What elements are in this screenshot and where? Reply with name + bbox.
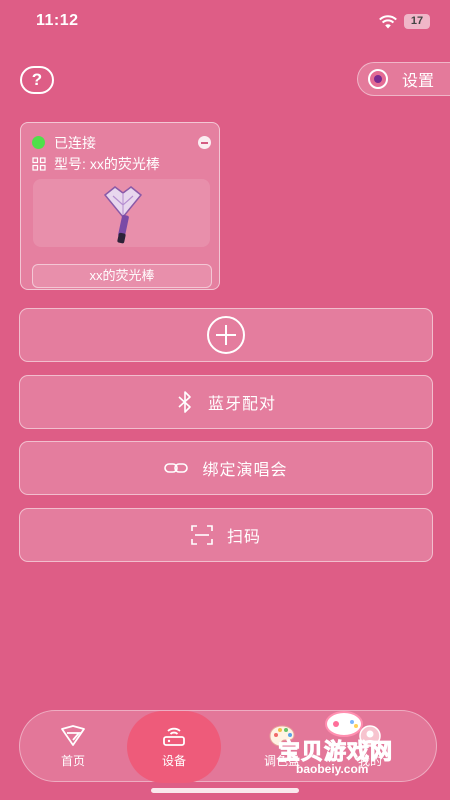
bluetooth-pair-label: 蓝牙配对: [207, 396, 276, 413]
add-device-button[interactable]: [19, 308, 433, 362]
battery-icon: 17: [404, 14, 430, 29]
tab-home[interactable]: 首页: [28, 711, 118, 783]
connection-status-dot: [32, 136, 45, 149]
router-icon: [163, 727, 185, 746]
settings-gear-icon: [368, 69, 388, 89]
status-time: 11:12: [36, 12, 79, 29]
bluetooth-pair-button[interactable]: 蓝牙配对: [19, 375, 433, 429]
link-icon: [164, 463, 189, 473]
bind-concert-label: 绑定演唱会: [202, 462, 288, 479]
lightstick-image: [103, 186, 143, 244]
model-prefix: 型号:: [54, 156, 86, 172]
bind-concert-button[interactable]: 绑定演唱会: [19, 441, 433, 495]
tab-devices[interactable]: 设备: [127, 711, 221, 783]
connection-status-text: 已连接: [54, 135, 96, 151]
logo-icon: [61, 725, 85, 746]
help-icon: ?: [31, 70, 43, 89]
plus-circle-icon: [207, 316, 245, 354]
scan-label: 扫码: [226, 529, 261, 546]
battery-level: 17: [410, 15, 424, 27]
watermark: 宝贝游戏网 baobeiy.com: [270, 700, 430, 780]
scan-button[interactable]: 扫码: [19, 508, 433, 562]
home-indicator: [151, 788, 299, 793]
watermark-url: baobeiy.com: [296, 762, 369, 776]
help-button[interactable]: ?: [20, 66, 54, 94]
tab-home-label: 首页: [60, 754, 85, 768]
settings-button[interactable]: 设置: [357, 62, 450, 96]
grid-icon: [32, 157, 46, 171]
model-label: 型号: xx的荧光棒: [54, 154, 160, 174]
device-card[interactable]: 已连接 型号: xx的荧光棒 xx的荧光棒: [20, 122, 220, 290]
bluetooth-icon: [178, 391, 191, 413]
status-bar: 11:12 17: [0, 0, 450, 44]
remove-device-button[interactable]: [198, 136, 211, 149]
wifi-icon: [379, 15, 397, 29]
model-value: xx的荧光棒: [89, 156, 160, 172]
scan-icon: [191, 525, 213, 545]
settings-label: 设置: [402, 73, 435, 90]
tab-devices-label: 设备: [161, 754, 186, 768]
device-name-box[interactable]: xx的荧光棒: [32, 264, 212, 288]
